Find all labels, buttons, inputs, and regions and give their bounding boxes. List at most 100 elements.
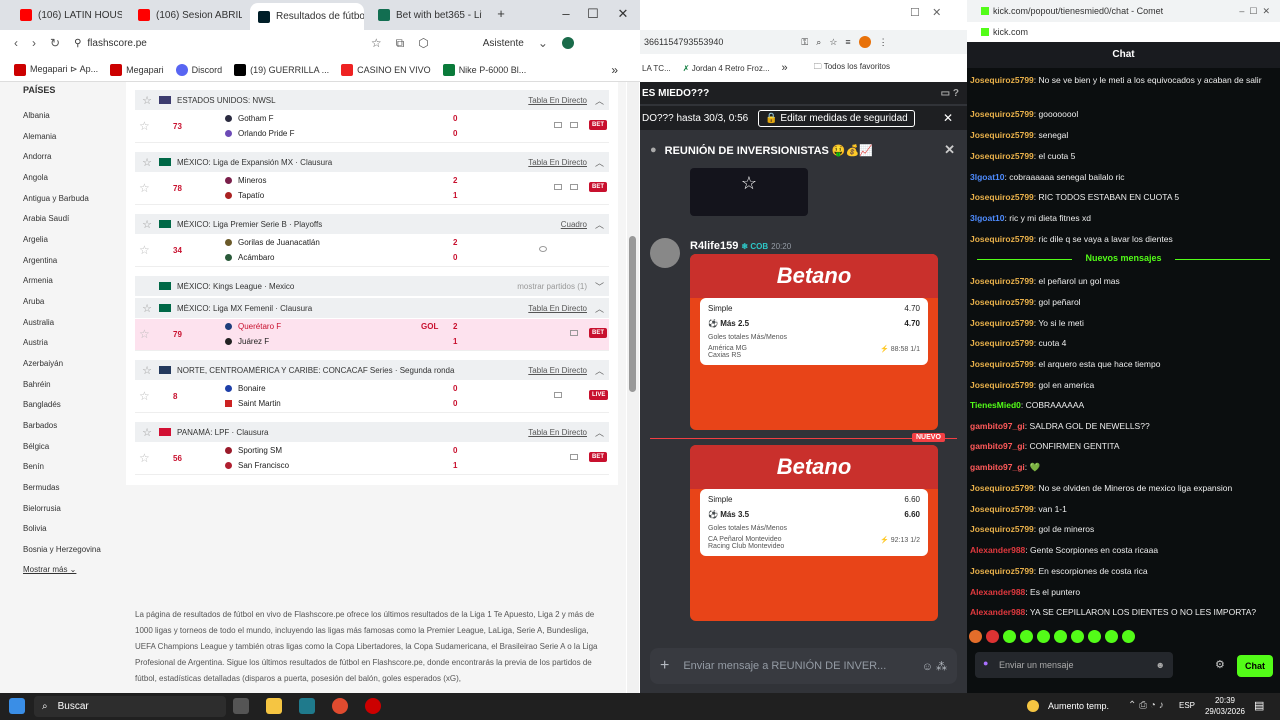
chat-message[interactable]: Josequiroz5799: van 1-1	[970, 503, 1270, 515]
emote-icon[interactable]	[986, 630, 999, 643]
standings-link[interactable]: Tabla En Directo	[528, 304, 587, 313]
chat-message[interactable]: Josequiroz5799: goooooool	[970, 108, 1270, 120]
star-icon[interactable]: ☆	[139, 327, 150, 341]
chat-message[interactable]: 3lgoat10: cobraaaaaa senegal bailalo ric	[970, 171, 1270, 183]
country-link[interactable]: Barbados	[23, 421, 57, 430]
chat-username[interactable]: Josequiroz5799	[970, 338, 1034, 348]
send-chat-button[interactable]: Chat	[1237, 655, 1273, 677]
close-icon[interactable]: ✕	[944, 142, 955, 158]
standings-link[interactable]: Tabla En Directo	[528, 158, 587, 167]
league-header[interactable]: ☆ PANAMÁ: LPF · Clausura Tabla En Directo ︿	[135, 422, 609, 442]
back-icon[interactable]: ‹	[14, 36, 18, 50]
chat-username[interactable]: Josequiroz5799	[970, 524, 1034, 534]
chat-username[interactable]: Alexander988	[970, 545, 1025, 555]
star-icon[interactable]: ☆	[139, 119, 150, 133]
share-icon[interactable]: ⧉	[396, 36, 405, 51]
comet-browser-icon[interactable]	[299, 698, 315, 714]
chat-message[interactable]: Josequiroz5799: senegal	[970, 129, 1270, 141]
chat-message[interactable]: gambito97_gi: CONFIRMEN GENTITA	[970, 440, 1270, 452]
windows-start-icon[interactable]	[9, 698, 25, 714]
country-link[interactable]: Aruba	[23, 297, 44, 306]
country-link[interactable]: Albania	[23, 111, 50, 120]
match-row[interactable]: ☆ 8 Bonaire Saint Martin 0 0 LIVE	[135, 381, 609, 413]
country-link[interactable]: Bosnia y Herzegovina	[23, 545, 101, 554]
chat-username[interactable]: Josequiroz5799	[970, 504, 1034, 514]
chat-username[interactable]: Josequiroz5799	[970, 75, 1034, 85]
chat-message[interactable]: Josequiroz5799: Yo si le meti	[970, 317, 1270, 329]
emoji-icon[interactable]: ☺ ⁂	[922, 660, 947, 673]
show-matches-link[interactable]: mostrar partidos (1)	[517, 282, 587, 291]
live-badge[interactable]: LIVE	[589, 390, 609, 400]
address-bar[interactable]: ⚲ flashscore.pe	[74, 38, 147, 49]
emote-icon[interactable]	[1122, 630, 1135, 643]
address-bar[interactable]: kick.com	[967, 22, 1280, 42]
chat-message[interactable]: Alexander988: Gente Scorpiones en costa …	[970, 544, 1270, 556]
country-link[interactable]: Armenia	[23, 276, 53, 285]
bet-slip-image[interactable]: Betano Simple 6.60 ⚽ Más 3.5 6.60 Goles to…	[690, 445, 938, 621]
all-bookmarks[interactable]: 🗀 Todos los favoritos	[814, 61, 890, 75]
chat-username[interactable]: Josequiroz5799	[970, 380, 1034, 390]
country-link[interactable]: Argelia	[23, 235, 48, 244]
chat-username[interactable]: Josequiroz5799	[970, 234, 1034, 244]
file-explorer-icon[interactable]	[266, 698, 282, 714]
close-icon[interactable]: ✕	[943, 111, 953, 125]
reload-icon[interactable]: ↻	[50, 36, 60, 50]
star-icon[interactable]: ☆	[139, 181, 150, 195]
country-link[interactable]: Andorra	[23, 152, 51, 161]
collapse-icon[interactable]: ︿	[595, 364, 609, 377]
league-header[interactable]: ☆ MÉXICO: Liga de Expansión MX · Clausura…	[135, 152, 609, 172]
collapse-icon[interactable]: ︿	[595, 156, 609, 169]
more-bookmarks-button[interactable]: »	[611, 63, 618, 77]
chat-username[interactable]: Josequiroz5799	[970, 276, 1034, 286]
chat-message[interactable]: 3lgoat10: ric y mi dieta fitnes xd	[970, 212, 1270, 224]
chrome-icon[interactable]	[332, 698, 348, 714]
chat-message[interactable]: Josequiroz5799: gol en america	[970, 379, 1270, 391]
settings-gear-icon[interactable]: ⚙	[1215, 658, 1225, 671]
author-name[interactable]: R4life159	[690, 240, 738, 252]
chat-username[interactable]: gambito97_gi	[970, 462, 1025, 472]
minimize-button[interactable]: –	[555, 6, 577, 21]
chat-username[interactable]: 3lgoat10	[970, 172, 1005, 182]
emote-icon[interactable]	[1105, 630, 1118, 643]
league-header[interactable]: ☆ ESTADOS UNIDOS: NWSL Tabla En Directo ︿	[135, 90, 609, 110]
league-header[interactable]: MÉXICO: Kings League · Mexico mostrar par…	[135, 276, 609, 296]
country-link[interactable]: Antigua y Barbuda	[23, 194, 89, 203]
league-header[interactable]: ☆ NORTE, CENTROAMÉRICA Y CARIBE: CONCACAF…	[135, 360, 609, 380]
match-row[interactable]: ☆ 79 Querétaro F Juárez F GOL 2 1 BET	[135, 319, 609, 351]
chat-username[interactable]: Josequiroz5799	[970, 109, 1034, 119]
country-link[interactable]: Arabia Saudí	[23, 214, 69, 223]
standings-link[interactable]: Tabla En Directo	[528, 366, 587, 375]
country-link[interactable]: Azerbaiyán	[23, 359, 63, 368]
show-more-link[interactable]: Mostrar más ⌄	[23, 565, 76, 574]
maximize-button[interactable]: ☐	[582, 6, 604, 22]
bookmark-nike[interactable]: Nike P-6000 Bl...	[442, 63, 526, 76]
star-icon[interactable]: ☆	[135, 94, 159, 107]
chat-message[interactable]: TienesMied0: COBRAAAAAA	[970, 399, 1270, 411]
profile-avatar[interactable]	[561, 37, 574, 49]
chat-message[interactable]: gambito97_gi: SALDRA GOL DE NEWELLS??	[970, 420, 1270, 432]
assistant-button[interactable]: Asistente	[483, 38, 524, 49]
match-row[interactable]: ☆ 56 Sporting SM San Francisco 0 1 BET	[135, 443, 609, 475]
bookmark-discord[interactable]: Discord	[175, 63, 222, 76]
bet-badge[interactable]: BET	[589, 328, 607, 338]
tab-bet365[interactable]: Bet with bet365 - Liv	[370, 4, 482, 26]
collapse-icon[interactable]: ︿	[595, 218, 609, 231]
chat-message[interactable]: Josequiroz5799: el cuota 5	[970, 150, 1270, 162]
zoom-icon[interactable]: ⌕	[816, 37, 821, 48]
collapse-icon[interactable]: ︿	[595, 302, 609, 315]
app-screenshot-image[interactable]: ☆	[690, 168, 808, 216]
chat-username[interactable]: Josequiroz5799	[970, 151, 1034, 161]
media-icon[interactable]: ≡	[845, 37, 850, 47]
weather-text[interactable]: Aumento temp.	[1048, 701, 1109, 711]
bookmark-star-icon[interactable]: ☆	[371, 36, 382, 50]
close-button[interactable]: ✕	[932, 7, 941, 19]
chat-username[interactable]: Josequiroz5799	[970, 318, 1034, 328]
bookmark-jordan[interactable]: ✗ Jordan 4 Retro Froz...	[683, 64, 770, 73]
standings-link[interactable]: Tabla En Directo	[528, 428, 587, 437]
country-link[interactable]: Angola	[23, 173, 48, 182]
notifications-icon[interactable]: ▤	[1254, 699, 1264, 712]
key-icon[interactable]: ⚿	[801, 37, 808, 48]
chat-message[interactable]: Josequiroz5799: el arquero esta que hace…	[970, 358, 1270, 370]
chat-message[interactable]: Josequiroz5799: En escorpiones de costa …	[970, 565, 1270, 577]
bookmark-megapari[interactable]: Megapari	[110, 63, 164, 76]
